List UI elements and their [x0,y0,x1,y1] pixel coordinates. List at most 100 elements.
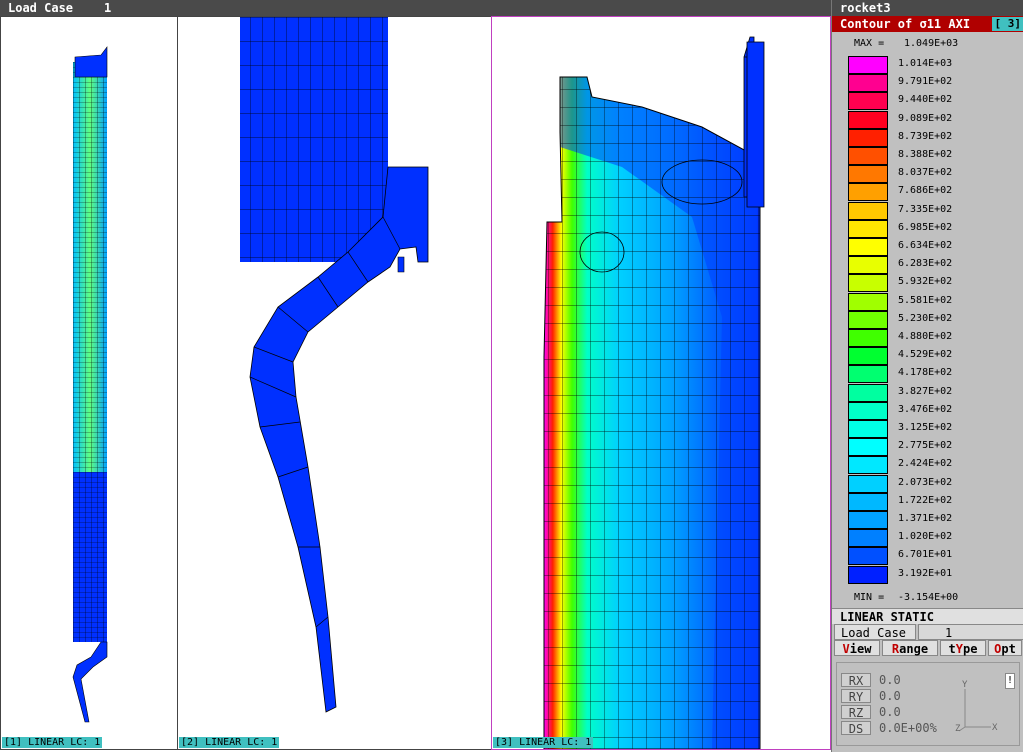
legend-swatch [848,310,888,329]
legend-value: 7.335E+02 [898,203,953,215]
legend-swatch [848,547,888,566]
legend-swatch [848,329,888,347]
legend-swatch [848,256,888,275]
ds-label[interactable]: DS [841,721,871,736]
control-panel: rocket3 Contour of σ11 AXI [ 3] MAX = 1.… [831,0,1023,752]
legend-value: 2.073E+02 [898,476,953,488]
legend-value: 6.701E+01 [898,549,953,561]
analysis-type: LINEAR STATIC [832,608,1023,624]
legend-value: 3.827E+02 [898,385,953,397]
legend-value: 8.037E+02 [898,167,953,179]
legend-swatch [848,92,888,111]
legend-value: 1.020E+02 [898,531,953,543]
legend-value: 5.230E+02 [898,312,953,324]
legend-swatch [848,565,888,584]
legend-swatch [848,147,888,165]
legend-value: 8.739E+02 [898,130,953,142]
contour-viewport-tag: [ 3] [991,17,1023,31]
legend-value: 1.371E+02 [898,513,953,524]
triad-x-label: X [992,723,998,733]
rx-label[interactable]: RX [841,673,871,688]
legend-value: 3.125E+02 [898,422,953,433]
contour-title-text: Contour of σ11 AXI [840,17,971,31]
legend-swatch [848,110,888,129]
pin-icon[interactable]: ! [1005,673,1015,689]
legend-swatch [848,219,888,238]
legend-swatch [848,183,888,202]
range-menu[interactable]: Range [882,640,938,656]
contour-title: Contour of σ11 AXI [ 3] [832,16,1023,32]
rx-value: 0.0 [879,673,901,687]
legend-value: 2.775E+02 [898,440,953,452]
viewport-1[interactable]: [1] LINEAR LC: 1 [0,16,178,750]
legend-value: 3.476E+02 [898,403,953,415]
rz-label[interactable]: RZ [841,705,871,720]
load-case-value[interactable]: 1 [918,624,1023,640]
legend-swatch [848,292,888,311]
ry-value: 0.0 [879,689,901,703]
triad-y-label: Y [962,680,968,690]
rz-value: 0.0 [879,705,901,719]
legend-swatch [848,365,888,384]
legend-swatch [848,238,888,256]
mesh-plot-full-view [72,46,108,723]
legend-value: 5.581E+02 [898,294,953,306]
legend-value: 9.791E+02 [898,76,953,88]
viewport-2-label: [2] LINEAR LC: 1 [179,737,280,748]
mesh-plot-nozzle-view [240,17,429,713]
legend-max-label: MAX = [854,38,885,49]
legend-value: 7.686E+02 [898,185,953,197]
model-name: rocket3 [832,0,1023,16]
legend-max-value: 1.049E+03 [904,38,959,49]
load-case-label[interactable]: Load Case [834,624,916,640]
legend-value: 1.722E+02 [898,494,953,506]
view-menu[interactable]: View [834,640,880,656]
ds-value: 0.0E+00% [879,721,937,735]
load-case-row[interactable]: Load Case 1 [832,624,1023,640]
legend-value: 3.192E+01 [898,567,953,579]
ry-label[interactable]: RY [841,689,871,704]
legend-swatch [848,128,888,147]
legend-swatch [848,201,888,220]
contour-plot-detail-view [543,36,765,749]
rotation-readout: RX 0.0 RY 0.0 RZ 0.0 DS 0.0E+00% Y Z X ! [836,662,1020,746]
legend-swatch [848,438,888,457]
legend-swatch [848,274,888,293]
legend-value: 9.089E+02 [898,112,953,124]
legend-value: 1.014E+03 [898,58,953,69]
legend-value: 5.932E+02 [898,276,953,288]
viewport-3[interactable]: [3] LINEAR LC: 1 [491,16,831,750]
legend-swatch [848,511,888,529]
legend-swatch [848,492,888,511]
type-menu[interactable]: tYpe [940,640,986,656]
legend-value: 4.178E+02 [898,367,953,379]
viewport-2[interactable]: [2] LINEAR LC: 1 [177,16,492,750]
legend-swatch [848,401,888,420]
load-case-title: Load Case [8,1,74,15]
legend-swatch [848,529,888,548]
contour-legend: MAX = 1.049E+03 1.014E+03 9.791E+02 9.440E… [832,34,1023,606]
viewport-1-label: [1] LINEAR LC: 1 [2,737,103,748]
legend-value: 9.440E+02 [898,94,953,106]
axis-triad-icon: Y Z X [955,680,998,734]
legend-value: 8.388E+02 [898,149,953,160]
legend-swatch [848,383,888,402]
triad-z-label: Z [955,724,961,734]
legend-min-label: MIN = [854,592,885,603]
options-menu[interactable]: Opt [988,640,1022,656]
viewport-area[interactable]: [1] LINEAR LC: 1 [2] LINEAR LC: 1 [3] LI… [0,16,831,752]
legend-swatch [848,56,888,74]
menu-bar: View Range tYpe Opt [832,640,1023,656]
title-bar: Load Case 1 [0,0,831,16]
legend-value: 6.985E+02 [898,221,953,233]
legend-swatch [848,456,888,475]
legend-swatch [848,74,888,93]
legend-swatch [848,420,888,438]
legend-swatch [848,474,888,493]
viewport-3-label: [3] LINEAR LC: 1 [493,737,594,748]
legend-min-value: -3.154E+00 [898,592,959,603]
legend-swatch [848,165,888,184]
legend-value: 4.880E+02 [898,331,953,342]
legend-value: 4.529E+02 [898,349,953,361]
legend-value: 6.634E+02 [898,240,953,251]
